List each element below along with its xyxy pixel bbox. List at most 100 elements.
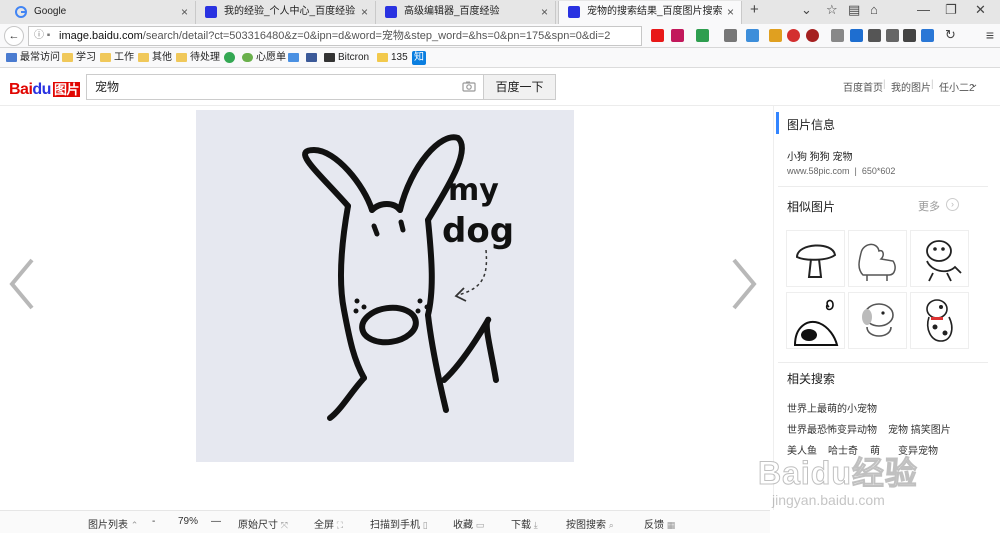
feedback-button[interactable]: 反馈 ▦ <box>644 516 675 531</box>
similar-thumb-dalmatian[interactable] <box>910 292 969 349</box>
send-icon[interactable] <box>868 29 881 42</box>
divider <box>778 186 988 187</box>
section-accent-bar <box>776 112 779 134</box>
download-button[interactable]: 下载 ⤓ <box>511 516 538 531</box>
chevron-down-icon[interactable]: ⌄ <box>801 2 812 18</box>
tab-jingyan-editor[interactable]: 高级编辑器_百度经验 × <box>376 1 556 24</box>
135-icon <box>377 53 388 62</box>
tab-image-search[interactable]: 宠物的搜索结果_百度图片搜索 × <box>558 1 742 24</box>
watermark-logo: Baidu经验 <box>758 455 918 492</box>
similar-thumb-puppy[interactable] <box>848 292 907 349</box>
tab-google[interactable]: Google × <box>6 1 196 24</box>
more-link[interactable]: 更多 <box>918 198 940 214</box>
bookmark-folder-work[interactable]: 工作 <box>100 51 134 65</box>
related-search-link[interactable]: 世界最恐怖变异动物 <box>787 421 877 436</box>
scan-to-phone-button[interactable]: 扫描到手机 ▯ <box>370 516 428 531</box>
baidu-image-header: Baidu 图片 宠物 百度一下 百度首页 | 我的图片 | 任小二2 ⌄ <box>0 68 1000 106</box>
mail-icon[interactable] <box>903 29 916 42</box>
new-tab-icon[interactable]: + <box>750 1 759 18</box>
baidu-paw-icon <box>205 6 217 18</box>
bookmark-most-visited[interactable]: 最常访问 <box>6 51 60 65</box>
translate-extension-icon[interactable] <box>724 29 737 42</box>
camera-icon[interactable] <box>462 81 476 92</box>
related-search-link[interactable]: 世界上最萌的小宠物 <box>787 400 877 415</box>
bookmark-bitcron[interactable]: Bitcron <box>324 51 369 65</box>
resize-icon: ⤧ <box>280 520 288 530</box>
chevron-right-icon[interactable]: › <box>946 198 959 211</box>
google-icon <box>15 6 27 18</box>
close-tab-icon[interactable]: × <box>181 1 188 23</box>
search-button[interactable]: 百度一下 <box>484 74 556 100</box>
image-size: 650*602 <box>861 166 896 176</box>
baidu-logo[interactable]: Baidu 图片 <box>9 79 80 99</box>
collect-button[interactable]: 收藏 ▭ <box>453 516 484 531</box>
star-icon[interactable]: ☆ <box>826 2 838 18</box>
similar-thumb-cartoon-dog[interactable] <box>910 230 969 287</box>
cloud-extension-icon[interactable] <box>831 29 844 42</box>
previous-image-arrow-icon[interactable] <box>6 256 36 312</box>
bookmark-folder-pending[interactable]: 待处理 <box>176 51 220 65</box>
monkey-extension-icon[interactable] <box>769 29 782 42</box>
viewer-toolbar: 图片列表 ⌃ - 79% — 原始尺寸 ⤧ 全屏 ⛶ 扫描到手机 ▯ 收藏 ▭ … <box>0 510 770 533</box>
library-icon[interactable]: ▤ <box>848 2 860 18</box>
folder-icon <box>100 53 111 62</box>
speaker-extension-icon[interactable] <box>696 29 709 42</box>
hamburger-menu-icon[interactable]: ≡ <box>986 27 994 43</box>
image-list-button[interactable]: 图片列表 ⌃ <box>88 516 138 531</box>
link-my-images[interactable]: 我的图片 <box>891 79 931 94</box>
chevron-down-icon[interactable]: ⌄ <box>970 79 978 90</box>
close-tab-icon[interactable]: × <box>727 1 734 23</box>
tab-label: 高级编辑器_百度经验 <box>404 6 500 17</box>
image-info-title: 图片信息 <box>787 118 836 132</box>
minimize-icon[interactable]: — <box>917 2 930 17</box>
download-arrow-icon[interactable] <box>850 29 863 42</box>
chevron-up-icon: ⌃ <box>130 520 139 530</box>
bitcron-icon <box>324 53 335 62</box>
dog-doodle-illustration: my dog <box>302 134 514 421</box>
search-by-image-button[interactable]: 按图搜索 ⌕ <box>566 516 614 531</box>
bookmark-folder-study[interactable]: 学习 <box>62 51 96 65</box>
source-site[interactable]: www.58pic.com <box>787 166 850 176</box>
similar-thumb-black-dog[interactable] <box>786 292 845 349</box>
maximize-icon[interactable]: ❐ <box>945 2 957 18</box>
lock-extension-icon[interactable] <box>651 29 664 42</box>
fullscreen-button[interactable]: 全屏 ⛶ <box>314 516 343 531</box>
download-extension-icon[interactable] <box>746 29 759 42</box>
folder-icon <box>176 53 187 62</box>
image-source: www.58pic.com | 650*602 <box>787 166 896 176</box>
link-baidu-home[interactable]: 百度首页 <box>843 79 883 94</box>
baidu-paw-icon <box>568 6 580 18</box>
bookmark-135[interactable]: 135 <box>377 51 408 65</box>
search-input[interactable]: 宠物 <box>86 74 484 100</box>
related-search-link[interactable]: 宠物 搞笑图片 <box>888 421 951 436</box>
bookmark-wishlist[interactable]: 心愿单 <box>242 51 286 65</box>
home-icon[interactable]: ⌂ <box>870 2 878 17</box>
close-window-icon[interactable]: ✕ <box>975 2 986 18</box>
screenshot-icon[interactable] <box>886 29 899 42</box>
similar-thumb-mushroom[interactable] <box>786 230 845 287</box>
adblock-icon[interactable] <box>787 29 800 42</box>
zoom-in-button[interactable]: — <box>211 516 221 527</box>
cartoon-dog-thumbnail <box>926 240 962 282</box>
close-tab-icon[interactable]: × <box>361 1 368 23</box>
zoom-out-button[interactable]: - <box>152 516 155 527</box>
shield-extension-icon[interactable] <box>806 29 819 42</box>
image-tags[interactable]: 小狗 狗狗 宠物 <box>787 148 853 163</box>
address-bar[interactable]: ⓘ ▪ image.baidu.com/search/detail?ct=503… <box>28 26 642 46</box>
bookmark-folder-other[interactable]: 其他 <box>138 51 172 65</box>
back-button[interactable]: ← <box>4 26 24 46</box>
navigation-bar: ← ⓘ ▪ image.baidu.com/search/detail?ct=5… <box>0 24 1000 48</box>
check-extension-icon[interactable] <box>921 29 934 42</box>
close-tab-icon[interactable]: × <box>541 1 548 23</box>
s-extension-icon[interactable] <box>671 29 684 42</box>
url-host: image.baidu.com <box>59 30 143 42</box>
download-icon: ⤓ <box>533 520 538 530</box>
main-image: my dog <box>196 110 574 462</box>
bookmark-zhihu[interactable]: 知 <box>412 51 426 65</box>
original-size-button[interactable]: 原始尺寸 ⤧ <box>238 516 288 531</box>
reload-icon[interactable]: ↻ <box>945 27 956 43</box>
tab-jingyan-profile[interactable]: 我的经验_个人中心_百度经验 × <box>196 1 376 24</box>
info-icon[interactable]: ⓘ ▪ <box>34 27 50 45</box>
similar-thumb-dog-sketch[interactable] <box>848 230 907 287</box>
next-image-arrow-icon[interactable] <box>730 256 760 312</box>
